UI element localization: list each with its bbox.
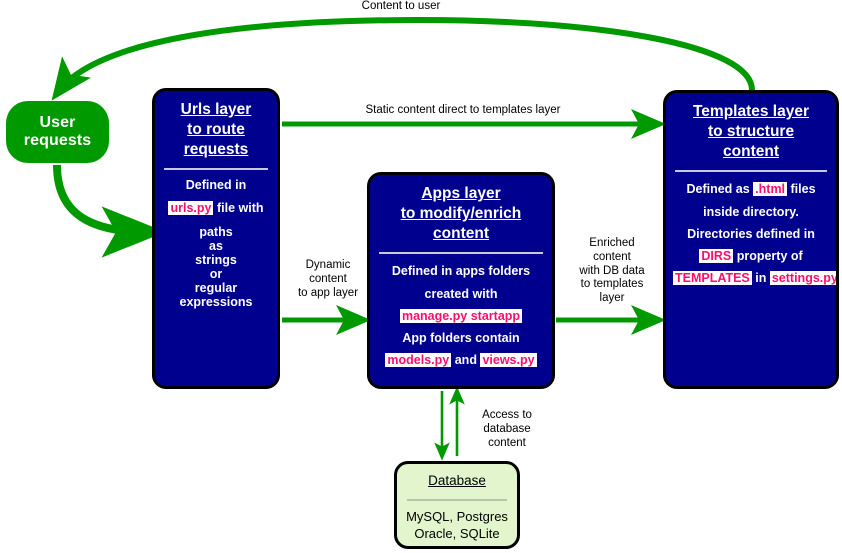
node-database[interactable]: Database MySQL, Postgres Oracle, SQLite [394, 461, 520, 549]
apps-body-and-text: and [454, 352, 477, 367]
code-dirs: DIRS [699, 248, 734, 263]
code-urls-py: urls.py [168, 200, 214, 215]
templates-body-line-0: Defined as .html files [673, 182, 829, 197]
node-templates-layer[interactable]: Templates layer to structure content Def… [663, 90, 839, 389]
database-body: MySQL, Postgres Oracle, SQLite [406, 509, 508, 541]
urls-body-line-7: expressions [179, 295, 253, 310]
templates-property-of-text: property of [736, 248, 803, 263]
user-requests-label: User requests [23, 114, 92, 149]
templates-body-line-2: Directories defined in [687, 226, 815, 241]
code-views-py: views.py [480, 352, 537, 367]
urls-body-line-5: or [209, 267, 223, 282]
urls-body-line-2: paths [199, 224, 233, 239]
urls-body-line-0: Defined in [185, 178, 247, 193]
node-user-requests[interactable]: User requests [6, 101, 109, 163]
apps-body-line-models-views: models.py and views.py [377, 352, 545, 367]
label-static-content: Static content direct to templates layer [365, 104, 561, 116]
code-templates-const: TEMPLATES [673, 270, 752, 285]
templates-body-line-3: DIRS property of [673, 248, 829, 263]
apps-body-line-manage: manage.py startapp [377, 308, 545, 323]
arrow-user-to-urls [53, 164, 166, 258]
apps-body-line-1: created with [424, 286, 498, 301]
code-manage-py-startapp: manage.py startapp [399, 308, 523, 323]
templates-defined-as-text: Defined as [686, 182, 750, 197]
urls-body-line-1: urls.py file with [162, 200, 270, 215]
urls-body-line-4: strings [195, 252, 237, 267]
urls-layer-title: Urls layer to route requests [180, 101, 252, 158]
apps-layer-body: Defined in apps folders created with man… [370, 254, 552, 373]
urls-layer-body: Defined in urls.py file with paths as st… [155, 170, 277, 316]
templates-in-text: in [755, 270, 767, 285]
label-content-to-user: Content to user [361, 0, 441, 12]
node-apps-layer[interactable]: Apps layer to modify/enrich content Defi… [367, 172, 555, 389]
label-enriched-content: Enriched content with DB data to templat… [579, 237, 645, 305]
label-dynamic-content: Dynamic content to app layer [297, 259, 359, 299]
node-urls-layer[interactable]: Urls layer to route requests Defined in … [152, 88, 280, 389]
apps-body-line-2: App folders contain [402, 330, 520, 345]
arrow-content-to-user [51, 16, 755, 101]
database-title: Database [428, 473, 486, 488]
urls-body-line-6: regular [194, 281, 238, 296]
urls-body-line-1-text: file with [216, 200, 264, 215]
templates-files-text: files [790, 182, 816, 197]
code-html-ext: .html [753, 182, 788, 197]
templates-body-line-1: inside directory. [703, 204, 799, 219]
apps-body-line-0: Defined in apps folders [391, 264, 531, 279]
code-settings-py: settings.py [769, 270, 838, 285]
templates-body-line-4: TEMPLATES in settings.py [673, 270, 836, 285]
templates-layer-title: Templates layer to structure content [692, 103, 810, 160]
templates-layer-body: Defined as .html files inside directory.… [666, 172, 836, 291]
urls-body-line-3: as [209, 238, 223, 253]
label-database-access: Access to database content [482, 409, 532, 449]
diagram-canvas: Content to user Static content direct to… [0, 0, 842, 553]
apps-layer-title: Apps layer to modify/enrich content [400, 185, 522, 242]
code-models-py: models.py [385, 352, 452, 367]
